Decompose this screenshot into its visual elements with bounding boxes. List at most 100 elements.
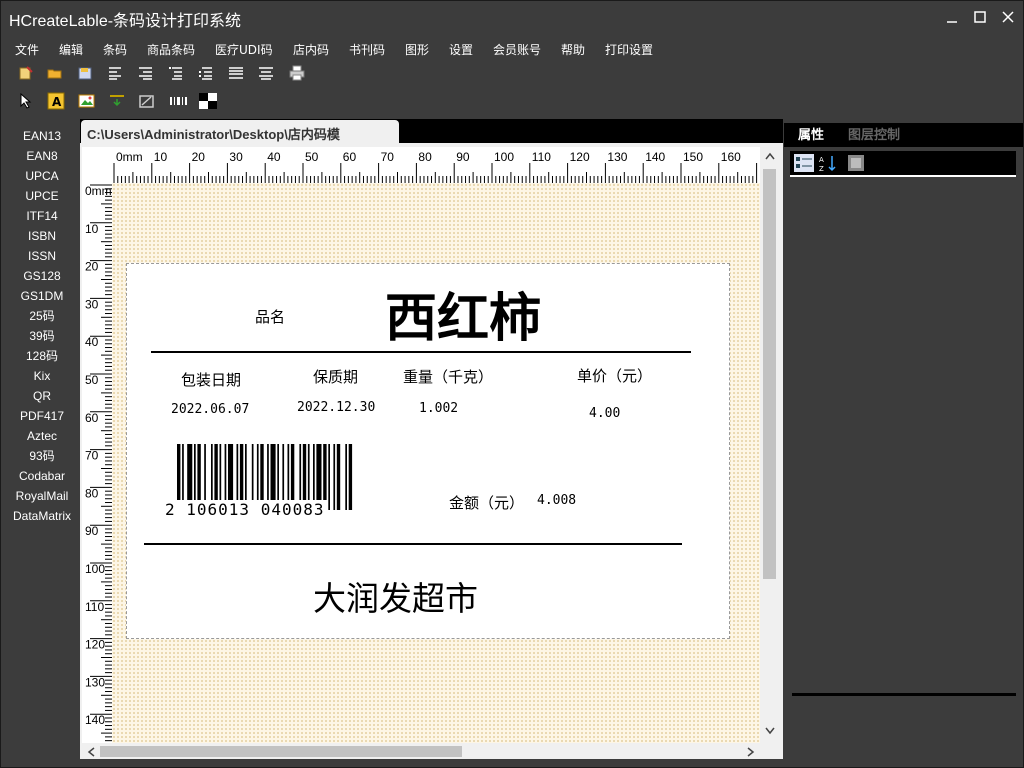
- label-unit-price[interactable]: 4.00: [589, 406, 620, 421]
- barcode-type-aztec[interactable]: Aztec: [1, 426, 83, 446]
- barcode-tool[interactable]: [169, 91, 189, 111]
- ruler-label: 20: [192, 150, 206, 164]
- barcode-type-gs128[interactable]: GS128: [1, 266, 83, 286]
- scroll-up-icon[interactable]: [765, 152, 775, 160]
- design-canvas[interactable]: 品名 西红柿 包装日期 保质期 重量（千克） 单价（元） 2022.06.07 …: [112, 183, 760, 743]
- menu-book-code[interactable]: 书刊码: [349, 39, 385, 61]
- barcode-type-gs1dm[interactable]: GS1DM: [1, 286, 83, 306]
- barcode-type-code39[interactable]: 39码: [1, 326, 83, 346]
- barcode-type-ean13[interactable]: EAN13: [1, 126, 83, 146]
- label-paper[interactable]: 品名 西红柿 包装日期 保质期 重量（千克） 单价（元） 2022.06.07 …: [126, 263, 730, 639]
- open-button[interactable]: [45, 63, 65, 83]
- barcode-type-itf14[interactable]: ITF14: [1, 206, 83, 226]
- label-weight-caption[interactable]: 重量（千克）: [403, 366, 493, 387]
- save-button[interactable]: [75, 63, 95, 83]
- text-tool[interactable]: A: [46, 91, 66, 111]
- document-tab[interactable]: C:\Users\Administrator\Desktop\店内码模: [81, 120, 399, 144]
- barcode-type-isbn[interactable]: ISBN: [1, 226, 83, 246]
- menu-file[interactable]: 文件: [15, 39, 39, 61]
- ruler-label: 160: [721, 150, 741, 164]
- label-unit-price-caption[interactable]: 单价（元）: [577, 365, 652, 386]
- scroll-down-icon[interactable]: [765, 727, 775, 735]
- horizontal-scrollbar[interactable]: [82, 743, 760, 759]
- svg-text:Z: Z: [819, 165, 824, 172]
- tab-properties[interactable]: 属性: [798, 125, 824, 147]
- ruler-label: 100: [494, 150, 514, 164]
- label-amount[interactable]: 4.008: [537, 493, 576, 508]
- minimize-button[interactable]: [939, 5, 965, 29]
- ruler-label: 110: [532, 150, 551, 164]
- barcode-type-qr[interactable]: QR: [1, 386, 83, 406]
- property-description-divider: [792, 693, 1016, 696]
- align-right-icon: [139, 67, 152, 80]
- label-top-rule[interactable]: [151, 351, 691, 353]
- label-pack-date-caption[interactable]: 包装日期: [181, 369, 241, 390]
- vertical-scrollbar[interactable]: [760, 147, 779, 743]
- vertical-ruler-scale: 0mm 10 20 30 40 50 60 70 80 90 100 110 120 130 140: [85, 184, 112, 742]
- vertical-scroll-thumb[interactable]: [763, 169, 776, 579]
- sort-az-icon[interactable]: AZ: [818, 154, 838, 172]
- label-barcode-digits: 2 106013 040083: [163, 500, 327, 519]
- label-amount-caption[interactable]: 金额（元）: [449, 492, 524, 513]
- horizontal-scroll-thumb[interactable]: [100, 746, 462, 757]
- title-bar: HCreateLable-条码设计打印系统: [1, 1, 1023, 35]
- barcode-type-codabar[interactable]: Codabar: [1, 466, 83, 486]
- pointer-tool[interactable]: [16, 91, 36, 111]
- image-tool[interactable]: [77, 91, 97, 111]
- align-bottom-button[interactable]: [196, 63, 216, 83]
- label-product-name[interactable]: 西红柿: [385, 276, 541, 351]
- menu-medical-udi[interactable]: 医疗UDI码: [215, 39, 273, 61]
- maximize-button[interactable]: [967, 5, 993, 29]
- label-bottom-rule[interactable]: [144, 543, 682, 545]
- menu-member-account[interactable]: 会员账号: [493, 39, 541, 61]
- align-center-h-button[interactable]: [226, 63, 246, 83]
- scroll-left-icon[interactable]: [87, 747, 95, 757]
- align-bottom-icon: [199, 67, 212, 80]
- align-left-button[interactable]: [106, 63, 126, 83]
- print-button[interactable]: [287, 63, 307, 83]
- menu-product-barcode[interactable]: 商品条码: [147, 39, 195, 61]
- label-weight[interactable]: 1.002: [419, 401, 458, 416]
- qrcode-tool[interactable]: [198, 91, 218, 111]
- barcode-type-kix[interactable]: Kix: [1, 366, 83, 386]
- barcode-type-pdf417[interactable]: PDF417: [1, 406, 83, 426]
- barcode-type-upca[interactable]: UPCA: [1, 166, 83, 186]
- align-center-v-button[interactable]: [256, 63, 276, 83]
- barcode-type-upce[interactable]: UPCE: [1, 186, 83, 206]
- barcode-type-code128[interactable]: 128码: [1, 346, 83, 366]
- document-tab-title: C:\Users\Administrator\Desktop\店内码模: [87, 127, 340, 142]
- menu-store-code[interactable]: 店内码: [293, 39, 329, 61]
- tab-layer-control[interactable]: 图层控制: [848, 125, 900, 147]
- label-store-name[interactable]: 大润发超市: [313, 572, 478, 620]
- barcode-type-datamatrix[interactable]: DataMatrix: [1, 506, 83, 526]
- barcode-type-ean8[interactable]: EAN8: [1, 146, 83, 166]
- barcode-type-issn[interactable]: ISSN: [1, 246, 83, 266]
- barcode-type-royalmail[interactable]: RoyalMail: [1, 486, 83, 506]
- ruler-label: 150: [683, 150, 703, 164]
- barcode-type-code25[interactable]: 25码: [1, 306, 83, 326]
- label-name-caption[interactable]: 品名: [255, 306, 285, 327]
- menu-help[interactable]: 帮助: [561, 39, 585, 61]
- menu-edit[interactable]: 编辑: [59, 39, 83, 61]
- align-right-button[interactable]: [136, 63, 156, 83]
- align-top-button[interactable]: [166, 63, 186, 83]
- menu-settings[interactable]: 设置: [449, 39, 473, 61]
- shape-tool[interactable]: [137, 91, 157, 111]
- menu-barcode[interactable]: 条码: [103, 39, 127, 61]
- text-icon: A: [47, 92, 65, 110]
- barcode-type-code93[interactable]: 93码: [1, 446, 83, 466]
- ruler-label: 100: [85, 562, 105, 576]
- new-button[interactable]: [16, 63, 36, 83]
- label-pack-date[interactable]: 2022.06.07: [171, 402, 249, 417]
- new-icon: [19, 66, 33, 80]
- label-shelf-life[interactable]: 2022.12.30: [297, 400, 375, 415]
- menu-graphics[interactable]: 图形: [405, 39, 429, 61]
- label-shelf-life-caption[interactable]: 保质期: [313, 366, 358, 387]
- menu-print-settings[interactable]: 打印设置: [605, 39, 653, 61]
- scroll-right-icon[interactable]: [747, 747, 755, 757]
- ruler-label: 80: [418, 150, 432, 164]
- close-button[interactable]: [995, 5, 1021, 29]
- categorized-icon[interactable]: [794, 154, 814, 172]
- line-tool[interactable]: [107, 91, 127, 111]
- property-pages-icon[interactable]: [848, 155, 864, 171]
